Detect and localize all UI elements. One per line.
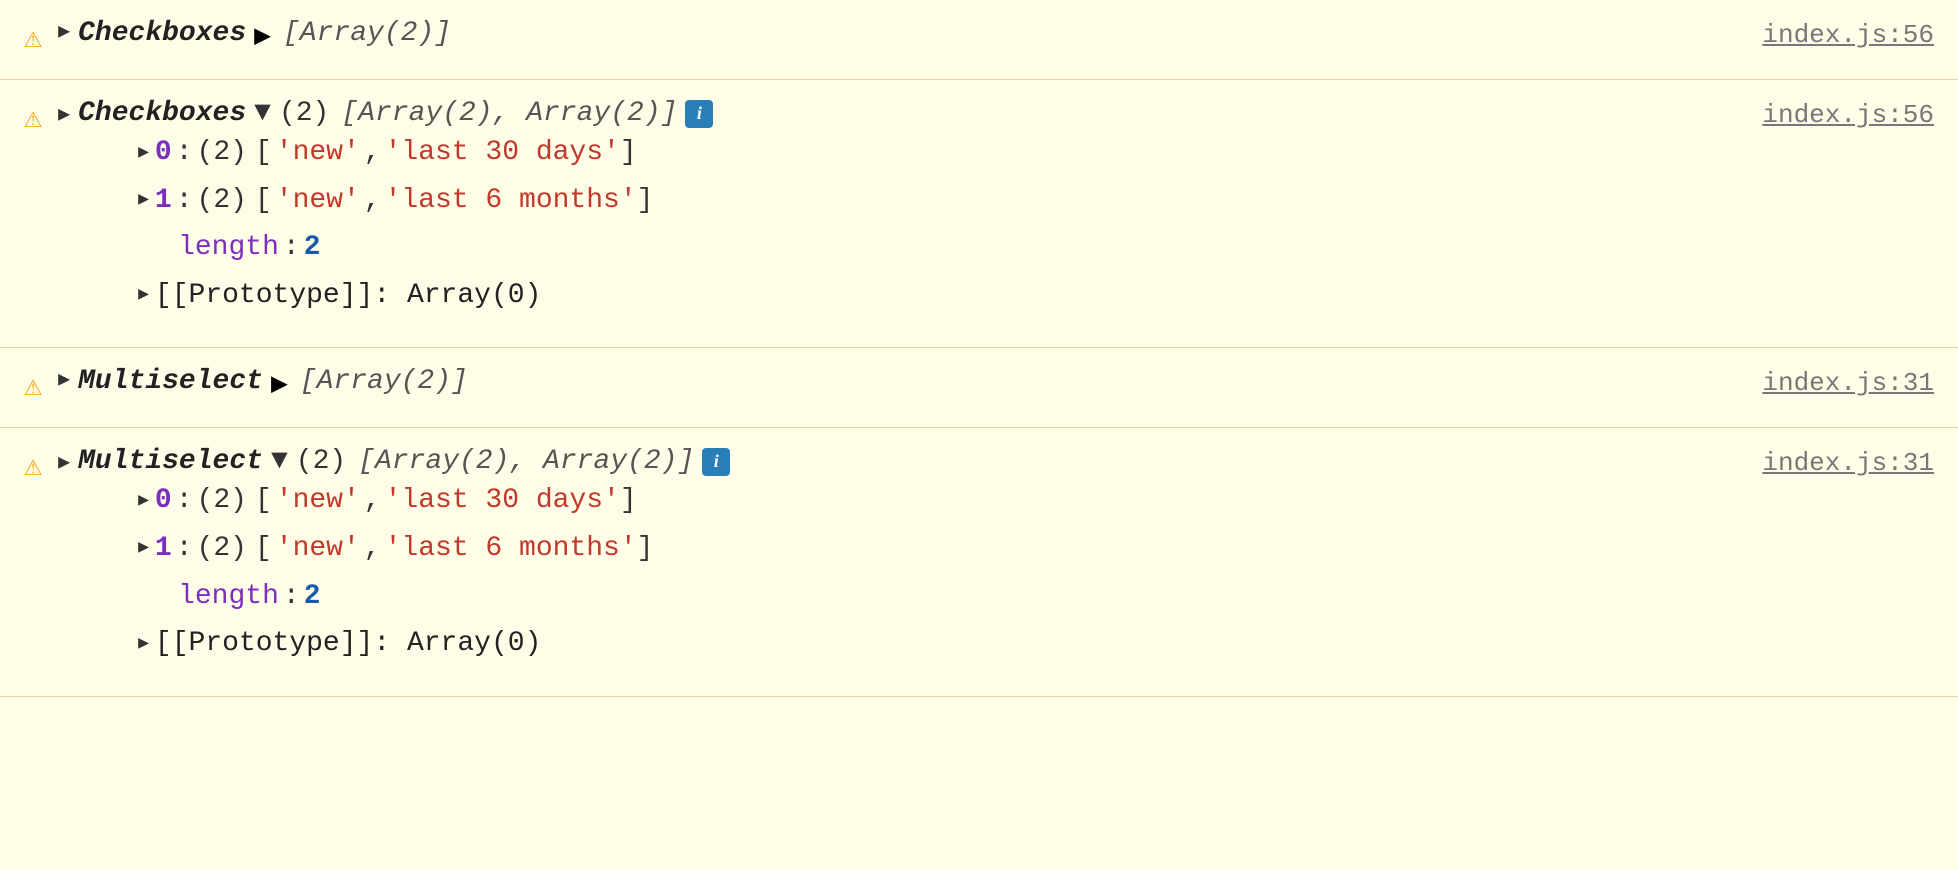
ms-array-item-0-row: ▶ 0 : (2) [ 'new' , 'last 30 days' ] (58, 477, 1722, 525)
prototype-text-2: [[Prototype]]: Array(0) (155, 620, 541, 668)
item-0-comma: , (364, 129, 381, 177)
checkboxes-label-1: Checkboxes (78, 18, 246, 49)
item-1-bracket-open: [ (255, 177, 272, 225)
item-0-bracket-close: ] (620, 129, 637, 177)
item-1-colon: : (176, 177, 193, 225)
ms-item-0-arrow[interactable]: ▶ (138, 486, 149, 517)
warning-icon-3: ⚠ (24, 368, 42, 405)
ms-item-1-comma: , (364, 525, 381, 573)
array-preview-1: [Array(2)] (283, 18, 451, 49)
length-label-2: length (178, 573, 279, 621)
ms-item-1-bracket-open: [ (255, 525, 272, 573)
expand-arrow-4[interactable]: ▶ (58, 449, 70, 475)
length-label-1: length (178, 224, 279, 272)
item-1-val0: 'new' (276, 177, 360, 225)
item-0-bracket-open: [ (255, 129, 272, 177)
warning-icon-1: ⚠ (24, 20, 42, 57)
file-link-1[interactable]: index.js:56 (1762, 20, 1934, 50)
item-1-arrow[interactable]: ▶ (138, 185, 149, 216)
info-icon-2[interactable]: i (702, 448, 730, 476)
ms-item-0-val0: 'new' (276, 477, 360, 525)
ms-item-1-val1: 'last 6 months' (385, 525, 637, 573)
checkboxes-collapsed-row: ⚠ ▶ Checkboxes ▶ [Array(2)] index.js:56 (0, 0, 1958, 80)
file-link-2[interactable]: index.js:56 (1762, 100, 1934, 130)
ms-item-1-colon: : (176, 525, 193, 573)
prototype-row-1: ▶ [[Prototype]]: Array(0) (58, 272, 1722, 320)
length-value-1: 2 (304, 224, 321, 272)
prototype-arrow-1[interactable]: ▶ (138, 280, 149, 311)
info-icon-1[interactable]: i (685, 100, 713, 128)
arrow2-1: ▶ (254, 18, 271, 53)
item-0-count: (2) (197, 129, 247, 177)
item-0-colon: : (176, 129, 193, 177)
checkboxes-expanded-left: ⚠ ▶ Checkboxes ▼ (2) [Array(2), Array(2)… (24, 98, 1722, 319)
item-0-val1: 'last 30 days' (385, 129, 620, 177)
multiselect-expanded-left: ⚠ ▶ Multiselect ▼ (2) [Array(2), Array(2… (24, 446, 1722, 667)
array-item-0-row: ▶ 0 : (2) [ 'new' , 'last 30 days' ] (58, 129, 1722, 177)
multiselect-collapsed-left: ⚠ ▶ Multiselect ▶ [Array(2)] (24, 366, 1722, 405)
ms-item-0-bracket-open: [ (255, 477, 272, 525)
multiselect-label-1: Multiselect (78, 366, 263, 397)
item-1-count: (2) (197, 177, 247, 225)
checkboxes-expanded-row: ⚠ ▶ Checkboxes ▼ (2) [Array(2), Array(2)… (0, 80, 1958, 348)
warning-icon-4: ⚠ (24, 448, 42, 485)
item-1-index: 1 (155, 177, 172, 225)
array-preview-2: [Array(2), Array(2)] (341, 98, 677, 129)
item-0-val0: 'new' (276, 129, 360, 177)
checkboxes-expanded-content: ▶ Checkboxes ▼ (2) [Array(2), Array(2)] … (58, 98, 1722, 319)
multiselect-label-2: Multiselect (78, 446, 263, 477)
array-preview-4: [Array(2), Array(2)] (358, 446, 694, 477)
arrow-down-2: ▼ (254, 98, 271, 129)
multiselect-expanded-content: ▶ Multiselect ▼ (2) [Array(2), Array(2)]… (58, 446, 1722, 667)
array-item-1-row: ▶ 1 : (2) [ 'new' , 'last 6 months' ] (58, 177, 1722, 225)
arrow2-3: ▶ (271, 366, 288, 401)
ms-item-1-val0: 'new' (276, 525, 360, 573)
array-preview-3: [Array(2)] (300, 366, 468, 397)
length-colon-2: : (283, 573, 300, 621)
arrow-down-4: ▼ (271, 446, 288, 477)
ms-item-0-count: (2) (197, 477, 247, 525)
checkboxes-header-row: ▶ Checkboxes ▼ (2) [Array(2), Array(2)] … (58, 98, 1722, 129)
ms-item-0-colon: : (176, 477, 193, 525)
length-row-1: length : 2 (58, 224, 1722, 272)
ms-item-0-val1: 'last 30 days' (385, 477, 620, 525)
length-row-2: length : 2 (58, 573, 1722, 621)
expand-arrow-3[interactable]: ▶ (58, 366, 70, 392)
ms-array-item-1-row: ▶ 1 : (2) [ 'new' , 'last 6 months' ] (58, 525, 1722, 573)
item-1-val1: 'last 6 months' (385, 177, 637, 225)
item-1-bracket-close: ] (637, 177, 654, 225)
ms-item-1-count: (2) (197, 525, 247, 573)
ms-item-0-index: 0 (155, 477, 172, 525)
prototype-arrow-2[interactable]: ▶ (138, 629, 149, 660)
ms-item-1-bracket-close: ] (637, 525, 654, 573)
expand-arrow-2[interactable]: ▶ (58, 101, 70, 127)
multiselect-expanded-row: ⚠ ▶ Multiselect ▼ (2) [Array(2), Array(2… (0, 428, 1958, 696)
length-colon-1: : (283, 224, 300, 272)
ms-item-1-arrow[interactable]: ▶ (138, 533, 149, 564)
ms-item-1-index: 1 (155, 525, 172, 573)
prototype-row-2: ▶ [[Prototype]]: Array(0) (58, 620, 1722, 668)
checkboxes-label-2: Checkboxes (78, 98, 246, 129)
file-link-3[interactable]: index.js:31 (1762, 368, 1934, 398)
checkboxes-collapsed-left: ⚠ ▶ Checkboxes ▶ [Array(2)] (24, 18, 1722, 57)
multiselect-collapsed-row: ⚠ ▶ Multiselect ▶ [Array(2)] index.js:31 (0, 348, 1958, 428)
warning-icon-2: ⚠ (24, 100, 42, 137)
count-2: (2) (279, 98, 329, 129)
ms-item-0-comma: , (364, 477, 381, 525)
ms-item-0-bracket-close: ] (620, 477, 637, 525)
item-1-comma: , (364, 177, 381, 225)
item-0-index: 0 (155, 129, 172, 177)
prototype-text-1: [[Prototype]]: Array(0) (155, 272, 541, 320)
count-4: (2) (296, 446, 346, 477)
multiselect-header-row: ▶ Multiselect ▼ (2) [Array(2), Array(2)]… (58, 446, 1722, 477)
file-link-4[interactable]: index.js:31 (1762, 448, 1934, 478)
length-value-2: 2 (304, 573, 321, 621)
item-0-arrow[interactable]: ▶ (138, 138, 149, 169)
expand-arrow-1[interactable]: ▶ (58, 18, 70, 44)
